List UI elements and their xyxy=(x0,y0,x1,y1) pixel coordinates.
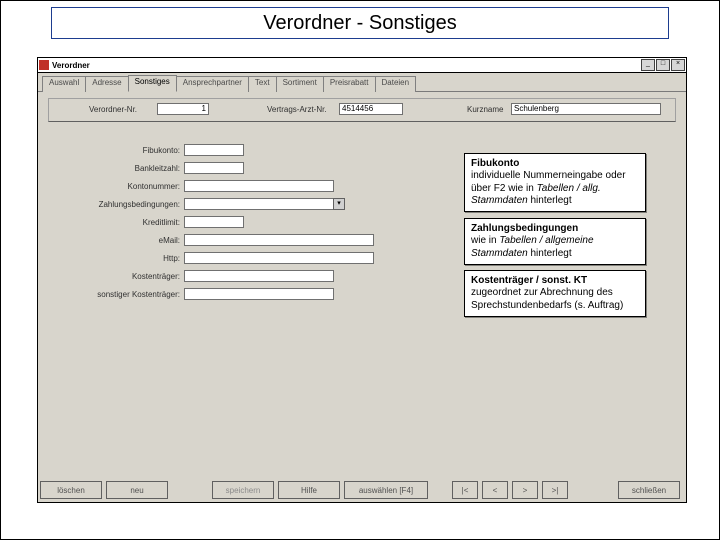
field-zahlungsbedingungen[interactable] xyxy=(184,198,334,210)
tab-text[interactable]: Text xyxy=(248,76,277,92)
note-zahlungsbedingungen: Zahlungsbedingungen wie in Tabellen / al… xyxy=(464,218,646,265)
note-kostentraeger: Kostenträger / sonst. KT zugeordnet zur … xyxy=(464,270,646,317)
window-title: Verordner xyxy=(52,61,641,70)
note-fibukonto: Fibukonto individuelle Nummerneingabe od… xyxy=(464,153,646,212)
field-email[interactable] xyxy=(184,234,374,246)
note-fibukonto-title: Fibukonto xyxy=(471,158,519,169)
label-kostentraeger: Kostenträger: xyxy=(88,272,184,281)
field-kreditlimit[interactable] xyxy=(184,216,244,228)
slide-title: Verordner - Sonstiges xyxy=(263,12,456,35)
note-zahl-title: Zahlungsbedingungen xyxy=(471,223,578,234)
app-icon xyxy=(39,60,49,70)
nav-last-button[interactable]: >| xyxy=(542,481,568,499)
label-kurzname: Kurzname xyxy=(467,105,503,114)
tab-ansprechpartner[interactable]: Ansprechpartner xyxy=(176,76,249,92)
dropdown-zahlungsbedingungen[interactable]: ▾ xyxy=(333,198,345,210)
app-window: Verordner _ □ × Auswahl Adresse Sonstige… xyxy=(37,57,687,503)
button-neu[interactable]: neu xyxy=(106,481,168,499)
label-email: eMail: xyxy=(88,236,184,245)
record-header: Verordner-Nr. 1 Vertrags-Arzt-Nr. 451445… xyxy=(48,98,676,122)
form-panel: Fibukonto: Bankleitzahl: Kontonummer: Za… xyxy=(88,143,388,305)
label-sonst-kostentraeger: sonstiger Kostenträger: xyxy=(88,290,184,299)
slide-title-box: Verordner - Sonstiges xyxy=(51,7,669,39)
field-kostentraeger[interactable] xyxy=(184,270,334,282)
tab-strip: Auswahl Adresse Sonstiges Ansprechpartne… xyxy=(38,73,686,92)
tab-preisrabatt[interactable]: Preisrabatt xyxy=(323,76,376,92)
label-kreditlimit: Kreditlimit: xyxy=(88,218,184,227)
label-http: Http: xyxy=(88,254,184,263)
button-speichern[interactable]: speichern xyxy=(212,481,274,499)
label-fibukonto: Fibukonto: xyxy=(88,146,184,155)
nav-next-button[interactable]: > xyxy=(512,481,538,499)
bottom-bar: löschen neu speichern Hilfe auswählen [F… xyxy=(40,480,684,500)
button-hilfe[interactable]: Hilfe xyxy=(278,481,340,499)
nav-prev-button[interactable]: < xyxy=(482,481,508,499)
field-kontonummer[interactable] xyxy=(184,180,334,192)
tab-sortiment[interactable]: Sortiment xyxy=(276,76,324,92)
label-arzt-nr: Vertrags-Arzt-Nr. xyxy=(267,105,327,114)
label-bankleitzahl: Bankleitzahl: xyxy=(88,164,184,173)
label-zahlungsbedingungen: Zahlungsbedingungen: xyxy=(88,200,184,209)
tab-sonstiges[interactable]: Sonstiges xyxy=(128,75,177,92)
field-fibukonto[interactable] xyxy=(184,144,244,156)
button-auswaehlen[interactable]: auswählen [F4] xyxy=(344,481,428,499)
label-verordner-nr: Verordner-Nr. xyxy=(89,105,137,114)
maximize-button[interactable]: □ xyxy=(656,59,670,71)
tab-auswahl[interactable]: Auswahl xyxy=(42,76,86,92)
label-kontonummer: Kontonummer: xyxy=(88,182,184,191)
minimize-button[interactable]: _ xyxy=(641,59,655,71)
field-bankleitzahl[interactable] xyxy=(184,162,244,174)
note-kt-title: Kostenträger / sonst. KT xyxy=(471,275,587,286)
field-verordner-nr[interactable]: 1 xyxy=(157,103,209,115)
button-schliessen[interactable]: schließen xyxy=(618,481,680,499)
close-button[interactable]: × xyxy=(671,59,685,71)
tab-dateien[interactable]: Dateien xyxy=(375,76,417,92)
title-bar: Verordner _ □ × xyxy=(38,58,686,73)
field-kurzname[interactable]: Schulenberg xyxy=(511,103,661,115)
button-loeschen[interactable]: löschen xyxy=(40,481,102,499)
field-http[interactable] xyxy=(184,252,374,264)
field-arzt-nr[interactable]: 4514456 xyxy=(339,103,403,115)
nav-first-button[interactable]: |< xyxy=(452,481,478,499)
field-sonst-kostentraeger[interactable] xyxy=(184,288,334,300)
tab-adresse[interactable]: Adresse xyxy=(85,76,128,92)
